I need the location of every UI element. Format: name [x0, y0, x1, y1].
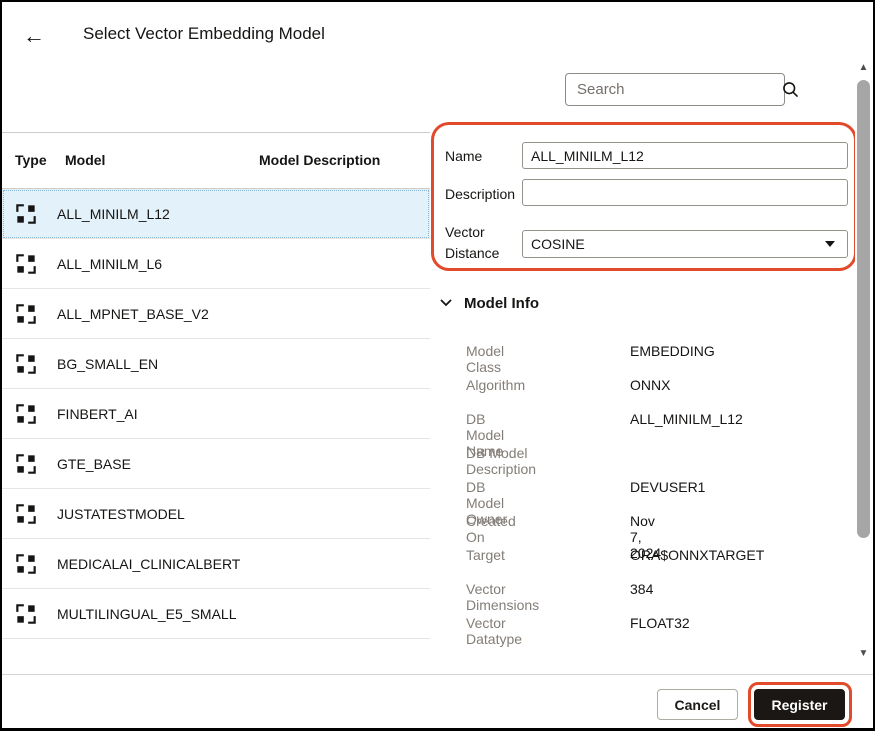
info-row-created-on: Created On Nov 7, 2024	[2, 513, 422, 531]
info-label: Model Class	[466, 343, 504, 375]
table-row-all-minilm-l12[interactable]: ALL_MINILM_L12	[2, 189, 430, 239]
search-input[interactable]	[566, 81, 782, 98]
model-info-section-header[interactable]: Model Info	[440, 294, 539, 312]
model-icon	[13, 301, 39, 327]
vector-distance-label: Vector Distance	[445, 222, 519, 264]
chevron-down-icon	[440, 294, 452, 312]
column-header-model: Model	[65, 152, 105, 168]
info-label: Algorithm	[466, 377, 525, 393]
info-row-algorithm: Algorithm ONNX	[2, 377, 422, 395]
register-button[interactable]: Register	[754, 689, 845, 720]
model-icon	[13, 251, 39, 277]
info-value: FLOAT32	[630, 615, 690, 631]
model-name: ALL_MINILM_L6	[57, 256, 162, 272]
description-field[interactable]	[522, 179, 848, 206]
scroll-up-icon[interactable]: ▲	[855, 60, 872, 76]
info-value: ORA$ONNXTARGET	[630, 547, 764, 563]
info-label: Target	[466, 547, 505, 563]
back-button[interactable]: ←	[16, 20, 52, 52]
select-vector-embedding-model-dialog: ← Select Vector Embedding Model Type Mod…	[0, 0, 875, 731]
page-title: Select Vector Embedding Model	[83, 24, 325, 44]
column-header-model-description: Model Description	[259, 152, 380, 168]
vector-distance-value: COSINE	[531, 236, 585, 252]
info-row-vector-datatype: Vector Datatype FLOAT32	[2, 615, 422, 633]
chevron-down-icon	[825, 241, 835, 247]
vertical-scrollbar[interactable]: ▲ ▼	[855, 60, 872, 662]
info-row-db-model-name: DB Model Name ALL_MINILM_L12	[2, 411, 422, 429]
info-value: EMBEDDING	[630, 343, 715, 359]
description-label: Description	[445, 186, 515, 202]
name-label: Name	[445, 148, 482, 164]
info-value: DEVUSER1	[630, 479, 705, 495]
info-label: DB Model Description	[466, 445, 536, 477]
info-row-db-model-owner: DB Model Owner DEVUSER1	[2, 479, 422, 497]
model-info-title: Model Info	[464, 295, 539, 312]
info-row-db-model-description: DB Model Description	[2, 445, 422, 463]
scroll-down-icon[interactable]: ▼	[855, 646, 872, 662]
model-name: ALL_MPNET_BASE_V2	[57, 306, 209, 322]
info-label: Created On	[466, 513, 516, 545]
info-label: Vector Dimensions	[466, 581, 539, 613]
info-value: ONNX	[630, 377, 670, 393]
table-row-all-minilm-l6[interactable]: ALL_MINILM_L6	[2, 239, 430, 289]
model-icon	[13, 201, 39, 227]
footer-divider	[2, 674, 873, 675]
table-header: Type Model Model Description	[2, 132, 430, 189]
cancel-button[interactable]: Cancel	[657, 689, 738, 720]
info-row-model-class: Model Class EMBEDDING	[2, 343, 422, 361]
info-value: ALL_MINILM_L12	[630, 411, 743, 427]
table-row-all-mpnet-base-v2[interactable]: ALL_MPNET_BASE_V2	[2, 289, 430, 339]
model-name: ALL_MINILM_L12	[57, 206, 170, 222]
search-box	[565, 73, 785, 106]
info-row-vector-dimensions: Vector Dimensions 384	[2, 581, 422, 599]
search-icon[interactable]	[782, 81, 809, 98]
info-value: 384	[630, 581, 653, 597]
info-label: Vector Datatype	[466, 615, 522, 647]
scrollbar-thumb[interactable]	[857, 80, 870, 538]
info-row-target: Target ORA$ONNXTARGET	[2, 547, 422, 565]
name-field[interactable]	[522, 142, 848, 169]
column-header-type: Type	[15, 152, 47, 168]
vector-distance-select[interactable]: COSINE	[522, 230, 848, 258]
